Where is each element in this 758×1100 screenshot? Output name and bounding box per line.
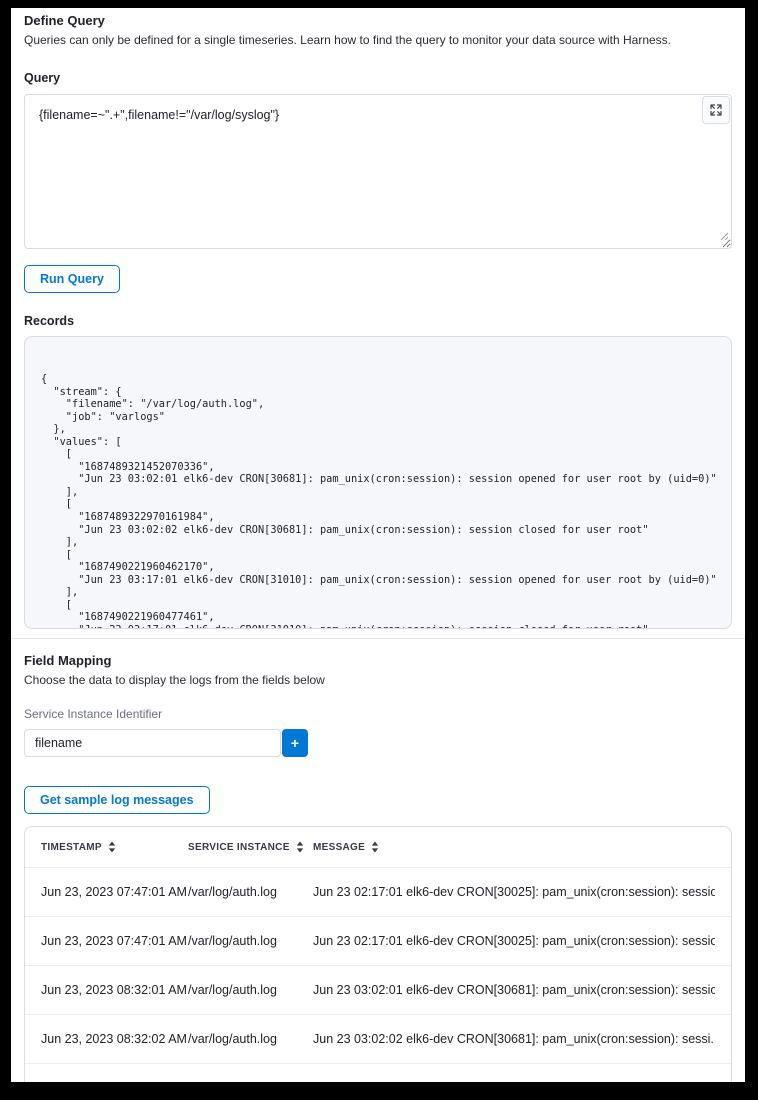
query-label: Query [24,71,732,85]
records-json-output: { "stream": { "filename": "/var/log/auth… [41,373,715,629]
service-instance-cell: /var/log/auth.log [188,983,313,997]
sort-icon [296,841,304,853]
records-panel[interactable]: { "stream": { "filename": "/var/log/auth… [24,336,732,629]
table-header-row: TIMESTAMP SERVICE INSTANCE [25,827,731,867]
sort-timestamp-button[interactable] [108,841,116,853]
table-row[interactable]: Jun 23, 2023 07:47:01 AM /var/log/auth.l… [25,867,731,916]
service-instance-input-row: + [24,729,732,757]
timestamp-cell: Jun 23, 2023 08:32:01 AM [41,983,188,997]
message-cell: Jun 23 03:17:01 elk6-dev CRON[31010]: pa… [313,1081,715,1082]
service-instance-identifier-label: Service Instance Identifier [24,707,732,721]
field-mapping-section: Field Mapping Choose the data to display… [11,653,745,1082]
column-header-timestamp: TIMESTAMP [41,841,188,853]
message-cell: Jun 23 03:02:01 elk6-dev CRON[30681]: pa… [313,983,715,997]
define-query-page: Define Query Queries can only be defined… [11,8,745,1082]
records-label: Records [24,314,732,328]
message-cell: Jun 23 02:17:01 elk6-dev CRON[30025]: pa… [313,885,715,899]
timestamp-cell: Jun 23, 2023 07:47:01 AM [41,885,188,899]
page-title: Define Query [24,13,732,28]
field-mapping-title: Field Mapping [24,653,732,668]
table-row[interactable]: Jun 23, 2023 08:32:02 AM /var/log/auth.l… [25,1014,731,1063]
sort-icon [371,841,379,853]
timestamp-cell: Jun 23, 2023 08:32:02 AM [41,1032,188,1046]
table-row[interactable]: Jun 23, 2023 07:47:01 AM /var/log/auth.l… [25,916,731,965]
section-divider [11,638,745,639]
sort-service-instance-button[interactable] [296,841,304,853]
query-editor-container: {filename=~".+",filename!="/var/log/sysl… [24,94,732,249]
define-query-section: Define Query Queries can only be defined… [11,13,745,629]
service-instance-cell: /var/log/auth.log [188,885,313,899]
service-instance-cell: /var/log/auth.log [188,1081,313,1082]
column-header-message: MESSAGE [313,841,715,853]
get-sample-log-messages-button[interactable]: Get sample log messages [24,786,210,814]
sort-message-button[interactable] [371,841,379,853]
page-description: Queries can only be defined for a single… [24,33,732,47]
table-row[interactable]: Jun 23, 2023 08:32:01 AM /var/log/auth.l… [25,965,731,1014]
column-header-label: TIMESTAMP [41,842,102,853]
message-cell: Jun 23 03:02:02 elk6-dev CRON[30681]: pa… [313,1032,715,1046]
sample-logs-table: TIMESTAMP SERVICE INSTANCE [24,826,732,1082]
timestamp-cell: Jun 23, 2023 08:47:01 AM [41,1081,188,1082]
column-header-service-instance: SERVICE INSTANCE [188,841,313,853]
message-cell: Jun 23 02:17:01 elk6-dev CRON[30025]: pa… [313,934,715,948]
field-mapping-description: Choose the data to display the logs from… [24,673,732,687]
expand-query-button[interactable] [702,96,730,124]
column-header-label: MESSAGE [313,842,365,853]
table-row[interactable]: Jun 23, 2023 08:47:01 AM /var/log/auth.l… [25,1063,731,1082]
service-instance-cell: /var/log/auth.log [188,934,313,948]
service-instance-input[interactable] [24,729,281,757]
add-field-button[interactable]: + [282,729,308,757]
column-header-label: SERVICE INSTANCE [188,842,290,853]
sort-icon [108,841,116,853]
service-instance-cell: /var/log/auth.log [188,1032,313,1046]
run-query-button[interactable]: Run Query [24,265,120,293]
timestamp-cell: Jun 23, 2023 07:47:01 AM [41,934,188,948]
fullscreen-expand-icon [709,103,723,117]
query-input[interactable]: {filename=~".+",filename!="/var/log/sysl… [24,94,732,249]
